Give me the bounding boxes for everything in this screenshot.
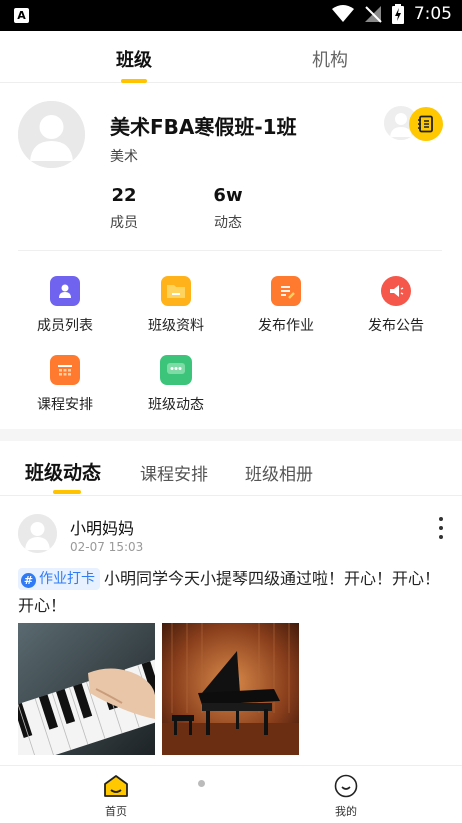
- more-options-icon[interactable]: [434, 517, 448, 539]
- publish-announcement-icon: [381, 276, 411, 306]
- menu-class-materials[interactable]: 班级资料: [126, 276, 226, 335]
- divider: [18, 250, 442, 251]
- address-book-icon: [418, 115, 433, 133]
- clock: 7:05: [413, 4, 452, 24]
- menu-course-schedule[interactable]: 课程安排: [15, 355, 115, 414]
- menu-label: 课程安排: [37, 397, 93, 413]
- stat-value: 6w: [213, 185, 243, 206]
- post-time: 02-07 15:03: [70, 540, 144, 554]
- class-info-card: 美术FBA寒假班-1班 美术 22 成员 6w 动态 成员列表 班级资料 发布作…: [0, 84, 462, 429]
- post-content: # 作业打卡 小明同学今天小提琴四级通过啦！开心！开心！开心！: [18, 565, 446, 619]
- class-folder-icon: [161, 276, 191, 306]
- post-author[interactable]: 小明妈妈: [70, 515, 134, 539]
- feed-post[interactable]: 小明妈妈 02-07 15:03 # 作业打卡 小明同学今天小提琴四级通过啦！开心！…: [0, 497, 462, 765]
- menu-publish-announcement[interactable]: 发布公告: [346, 276, 446, 335]
- top-tab-bar: 班级 机构: [0, 31, 462, 83]
- tab-class[interactable]: 班级: [89, 46, 179, 72]
- course-schedule-icon: [50, 355, 80, 385]
- bottom-nav-bar: 首页 我的: [0, 765, 462, 823]
- page-indicator-dot: [198, 780, 205, 787]
- post-tag[interactable]: # 作业打卡: [18, 568, 100, 590]
- class-avatar[interactable]: [18, 101, 85, 168]
- app-notification-icon: A: [14, 8, 29, 23]
- address-book-button[interactable]: [409, 107, 443, 141]
- member-count-stat[interactable]: 22 成员: [94, 185, 154, 232]
- nav-label: 我的: [335, 805, 357, 818]
- class-subject: 美术: [110, 149, 138, 165]
- menu-label: 班级资料: [148, 318, 204, 334]
- no-signal-icon: [364, 6, 382, 23]
- post-tag-label: 作业打卡: [39, 571, 95, 587]
- hashtag-icon: #: [21, 573, 36, 588]
- menu-label: 发布公告: [368, 318, 424, 334]
- post-photo-grand-piano[interactable]: [162, 623, 299, 755]
- default-person-icon: [18, 514, 57, 553]
- tab-class-feed[interactable]: 班级动态: [25, 458, 101, 485]
- feed-tab-bar: 班级动态 课程安排 班级相册: [0, 441, 462, 496]
- profile-face-icon: [334, 774, 358, 798]
- post-photo-piano-keys[interactable]: [18, 623, 155, 755]
- active-tab-indicator: [53, 490, 81, 494]
- wifi-icon: [331, 5, 354, 22]
- battery-charging-icon: [391, 4, 404, 24]
- tab-class-album[interactable]: 班级相册: [245, 460, 313, 485]
- menu-publish-homework[interactable]: 发布作业: [236, 276, 336, 335]
- class-feed-icon: [160, 355, 192, 385]
- contacts-group[interactable]: [384, 106, 444, 142]
- default-person-icon: [18, 101, 85, 168]
- member-list-icon: [50, 276, 80, 306]
- menu-class-feed[interactable]: 班级动态: [126, 355, 226, 414]
- tab-course-schedule[interactable]: 课程安排: [140, 460, 208, 485]
- home-icon: [104, 775, 128, 797]
- nav-label: 首页: [105, 805, 127, 818]
- publish-homework-icon: [271, 276, 301, 306]
- menu-member-list[interactable]: 成员列表: [15, 276, 115, 335]
- author-avatar[interactable]: [18, 514, 57, 553]
- stat-label: 成员: [110, 215, 138, 231]
- menu-label: 发布作业: [258, 318, 314, 334]
- active-tab-indicator: [121, 79, 147, 83]
- menu-label: 班级动态: [148, 397, 204, 413]
- feed-count-stat[interactable]: 6w 动态: [198, 185, 258, 232]
- status-bar: A 7:05: [0, 0, 462, 31]
- nav-home[interactable]: 首页: [86, 774, 146, 819]
- nav-profile[interactable]: 我的: [316, 774, 376, 819]
- menu-label: 成员列表: [37, 318, 93, 334]
- class-name: 美术FBA寒假班-1班: [110, 115, 297, 139]
- stat-value: 22: [111, 185, 137, 206]
- section-separator: [0, 429, 462, 441]
- stat-label: 动态: [214, 215, 242, 231]
- tab-institution[interactable]: 机构: [285, 46, 375, 72]
